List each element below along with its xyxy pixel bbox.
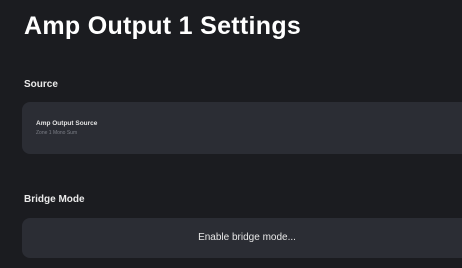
enable-bridge-mode-button[interactable]: Enable bridge mode... bbox=[22, 218, 462, 258]
amp-output-source-value: Zone 1 Mono Sum bbox=[36, 130, 78, 136]
amp-output-source-label: Amp Output Source bbox=[36, 120, 98, 127]
bridge-mode-section-heading: Bridge Mode bbox=[24, 194, 85, 205]
amp-output-source-selector[interactable]: Amp Output Source Zone 1 Mono Sum bbox=[22, 102, 462, 154]
page-title: Amp Output 1 Settings bbox=[24, 12, 302, 40]
source-section-heading: Source bbox=[24, 79, 58, 90]
settings-page: Amp Output 1 Settings Source Amp Output … bbox=[0, 0, 462, 268]
